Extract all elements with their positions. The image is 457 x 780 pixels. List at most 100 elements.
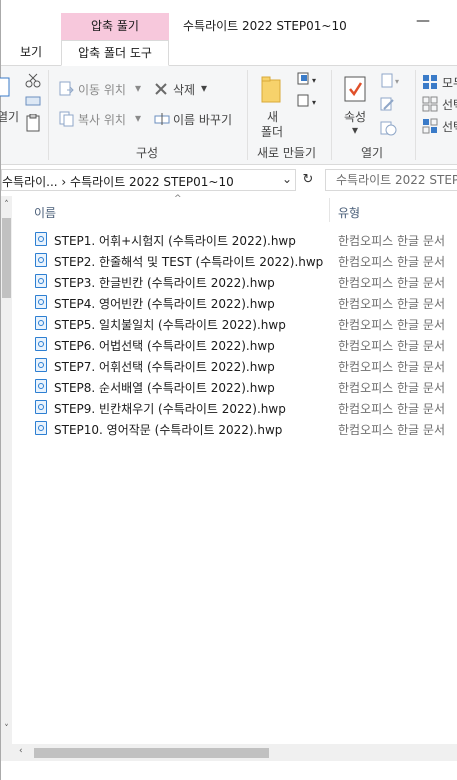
sort-ascending-icon: ^ [174, 194, 182, 204]
open-with-icon[interactable]: ▾ [379, 73, 405, 89]
delete-button[interactable]: 삭제 [173, 81, 195, 98]
chevron-down-icon[interactable]: ⌄ [282, 172, 292, 186]
file-name: STEP2. 한줄해석 및 TEST (수특라이트 2022).hwp [54, 255, 324, 269]
organize-group-label: 구성 [136, 146, 159, 160]
column-divider[interactable] [329, 198, 330, 222]
hwp-file-icon [35, 274, 47, 288]
properties-dropdown[interactable]: ▾ [352, 123, 358, 137]
cut-icon[interactable] [25, 72, 41, 88]
invert-selection-button[interactable]: 선택 [442, 118, 457, 135]
hwp-file-icon [35, 253, 47, 267]
file-name: STEP5. 일치불일치 (수특라이트 2022).hwp [54, 318, 286, 332]
ribbon-separator [331, 70, 332, 160]
tab-compressed-folder-tools[interactable]: 압축 폴더 도구 [61, 40, 169, 66]
refresh-icon[interactable]: ↻ [298, 169, 318, 191]
file-row[interactable]: STEP3. 한글빈칸 (수특라이트 2022).hwp 한컴오피스 한글 문서 [31, 271, 457, 292]
new-folder-label-line2[interactable]: 폴더 [261, 123, 283, 140]
file-name: STEP10. 영어작문 (수특라이트 2022).hwp [54, 423, 283, 437]
hwp-file-icon [35, 421, 47, 435]
hwp-file-icon [35, 232, 47, 246]
file-name: STEP9. 빈칸채우기 (수특라이트 2022).hwp [54, 402, 286, 416]
open-group-label: 열기 [361, 146, 384, 160]
hwp-file-icon [35, 400, 47, 414]
hwp-file-icon [35, 295, 47, 309]
select-all-icon [423, 75, 437, 89]
scroll-thumb[interactable] [2, 218, 11, 298]
history-icon[interactable] [379, 120, 397, 136]
file-name: STEP4. 영어빈칸 (수특라이트 2022).hwp [54, 297, 275, 311]
file-type: 한컴오피스 한글 문서 [338, 297, 445, 311]
invert-selection-icon [422, 118, 438, 134]
new-group-label: 새로 만들기 [257, 146, 317, 160]
edit-icon[interactable] [379, 96, 395, 112]
file-type: 한컴오피스 한글 문서 [338, 234, 445, 248]
paste-shortcut-icon[interactable] [25, 114, 41, 132]
ribbon: 열기 이동 위치 ▾ 복사 위치 ▾ 삭제 ▾ 이름 바꾸기 구성 새 폴더 ▾… [0, 66, 457, 165]
file-type: 한컴오피스 한글 문서 [338, 318, 445, 332]
move-to-button[interactable]: 이동 위치 [78, 81, 126, 98]
tab-view[interactable]: 보기 [20, 40, 42, 65]
scroll-down-icon[interactable]: ˅ [1, 724, 12, 734]
title-bar: 압축 풀기 수특라이트 2022 STEP01~10 — [1, 0, 457, 40]
file-row[interactable]: STEP6. 어법선택 (수특라이트 2022).hwp 한컴오피스 한글 문서 [31, 334, 457, 355]
ribbon-separator [247, 70, 248, 160]
copy-to-dropdown[interactable]: ▾ [135, 111, 141, 125]
file-name: STEP7. 어휘선택 (수특라이트 2022).hwp [54, 360, 275, 374]
new-folder-icon [261, 76, 281, 103]
file-row[interactable]: STEP8. 순서배열 (수특라이트 2022).hwp 한컴오피스 한글 문서 [31, 376, 457, 397]
file-type: 한컴오피스 한글 문서 [338, 276, 445, 290]
rename-button[interactable]: 이름 바꾸기 [173, 111, 232, 128]
select-all-button[interactable]: 모두 [442, 74, 457, 91]
delete-dropdown[interactable]: ▾ [201, 81, 207, 95]
select-none-button[interactable]: 선택 [442, 96, 457, 113]
search-input[interactable]: 수특라이트 2022 STEP01~10 검색 [325, 169, 457, 191]
explorer-window: 압축 풀기 수특라이트 2022 STEP01~10 — 보기 압축 폴더 도구… [0, 0, 457, 780]
file-row[interactable]: STEP9. 빈칸채우기 (수특라이트 2022).hwp 한컴오피스 한글 문서 [31, 397, 457, 418]
scroll-thumb-horizontal[interactable] [34, 748, 269, 758]
hwp-file-icon [35, 316, 47, 330]
horizontal-scrollbar[interactable]: ‹ [1, 744, 457, 761]
file-type: 한컴오피스 한글 문서 [338, 339, 445, 353]
minimize-button[interactable]: — [413, 13, 433, 29]
file-type: 한컴오피스 한글 문서 [338, 381, 445, 395]
file-row[interactable]: STEP2. 한줄해석 및 TEST (수특라이트 2022).hwp 한컴오피스… [31, 250, 457, 271]
file-type: 한컴오피스 한글 문서 [338, 423, 445, 437]
move-to-dropdown[interactable]: ▾ [135, 81, 141, 95]
file-name: STEP1. 어휘+시험지 (수특라이트 2022).hwp [54, 234, 296, 248]
select-none-icon [422, 96, 438, 112]
status-bar [1, 761, 457, 780]
rename-icon [154, 113, 170, 125]
column-header-type[interactable]: 유형 [338, 204, 360, 221]
file-name: STEP8. 순서배열 (수특라이트 2022).hwp [54, 381, 275, 395]
easy-access-icon[interactable]: ▾ [296, 94, 322, 108]
copy-to-icon [59, 111, 74, 127]
file-row[interactable]: STEP10. 영어작문 (수특라이트 2022).hwp 한컴오피스 한글 문서 [31, 418, 457, 439]
scroll-up-icon[interactable]: ˄ [1, 200, 12, 210]
column-header-name[interactable]: 이름 [34, 204, 56, 221]
ribbon-separator [415, 70, 416, 160]
context-tab-header: 압축 풀기 [61, 13, 169, 40]
open-icon [0, 77, 10, 97]
window-title: 수특라이트 2022 STEP01~10 [183, 19, 347, 33]
hwp-file-icon [35, 358, 47, 372]
breadcrumb[interactable]: 수특라이... › 수특라이트 2022 STEP01~10 [2, 173, 234, 190]
scroll-left-icon[interactable]: ‹ [19, 746, 23, 756]
address-bar[interactable]: 수특라이... › 수특라이트 2022 STEP01~10 ⌄ [1, 169, 296, 191]
copy-to-button[interactable]: 복사 위치 [78, 111, 126, 128]
file-type: 한컴오피스 한글 문서 [338, 255, 445, 269]
copy-path-icon[interactable] [25, 96, 41, 106]
properties-icon [344, 76, 366, 102]
move-to-icon [59, 81, 74, 96]
vertical-scrollbar[interactable]: ˄ ˅ [1, 196, 12, 744]
hwp-file-icon [35, 379, 47, 393]
file-type: 한컴오피스 한글 문서 [338, 360, 445, 374]
file-row[interactable]: STEP1. 어휘+시험지 (수특라이트 2022).hwp 한컴오피스 한글 문… [31, 229, 457, 250]
file-type: 한컴오피스 한글 문서 [338, 402, 445, 416]
open-button[interactable]: 열기 [0, 108, 19, 125]
delete-icon [155, 83, 167, 95]
file-row[interactable]: STEP4. 영어빈칸 (수특라이트 2022).hwp 한컴오피스 한글 문서 [31, 292, 457, 313]
file-row[interactable]: STEP5. 일치불일치 (수특라이트 2022).hwp 한컴오피스 한글 문서 [31, 313, 457, 334]
file-name: STEP3. 한글빈칸 (수특라이트 2022).hwp [54, 276, 275, 290]
new-item-icon[interactable]: ▾ [296, 72, 322, 86]
file-row[interactable]: STEP7. 어휘선택 (수특라이트 2022).hwp 한컴오피스 한글 문서 [31, 355, 457, 376]
